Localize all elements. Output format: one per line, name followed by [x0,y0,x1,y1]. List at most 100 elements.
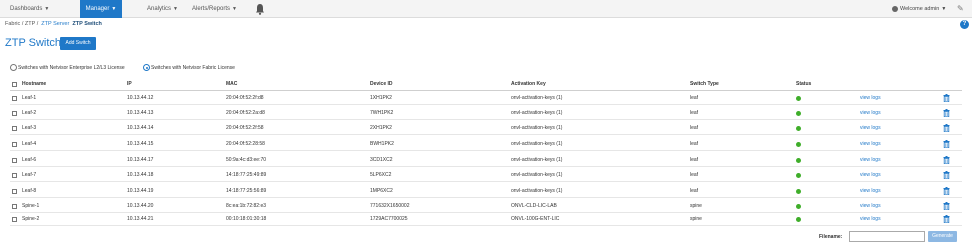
page-title: ZTP Switch [5,37,62,49]
filename-label: Filename: [819,234,843,240]
nav-analytics-label: Analytics [147,6,172,12]
cell-ip: 10.13.44.18 [127,172,154,178]
row-checkbox[interactable] [12,126,17,131]
breadcrumb-fabric[interactable]: Fabric [5,21,20,27]
cell-ip: 10.13.44.20 [127,203,154,209]
view-logs-link[interactable]: view logs [860,203,881,209]
trash-icon[interactable] [943,171,950,179]
table-row: Leaf-7 10.13.44.18 14:18:77:25:49:89 5LP… [10,169,962,182]
view-logs-link[interactable]: view logs [860,110,881,116]
row-checkbox[interactable] [12,96,17,101]
view-logs-link[interactable]: view logs [860,188,881,194]
cell-switch-type: spine [690,216,702,222]
radio-fabric[interactable] [143,64,150,72]
cell-hostname: Leaf-4 [22,141,37,147]
select-all-checkbox[interactable] [12,82,17,87]
nav-analytics[interactable]: Analytics ▼ [147,0,187,18]
cell-hostname: Leaf-2 [22,110,37,116]
cell-ip: 10.13.44.15 [127,141,154,147]
cell-ip: 10.13.44.21 [127,216,154,222]
table-row: Leaf-2 10.13.44.13 20:04:0f:52:2a:d8 7WH… [10,107,962,120]
trash-icon[interactable] [943,140,950,148]
nav-alerts-reports[interactable]: Alerts/Reports ▼ [192,0,252,18]
cell-switch-type: leaf [690,188,699,194]
view-logs-link[interactable]: view logs [860,172,881,178]
user-label: Welcome admin [900,6,940,12]
cell-activation-key: onvl-activation-keys (1) [511,141,563,147]
help-icon[interactable]: ? [960,20,969,29]
license-option-fabric[interactable]: Switches with Netvisor Fabric License [143,64,235,72]
trash-icon[interactable] [943,94,950,102]
cell-switch-type: leaf [690,95,699,101]
view-logs-link[interactable]: view logs [860,125,881,131]
row-checkbox[interactable] [12,204,17,209]
row-checkbox[interactable] [12,111,17,116]
nav-manager[interactable]: Manager ▼ [80,0,122,18]
cell-mac: 14:18:77:25:56:89 [226,188,267,194]
cell-switch-type: leaf [690,125,699,131]
row-checkbox[interactable] [12,217,17,222]
cell-mac: 8c:ea:1b:72:82:e3 [226,203,267,209]
nav-alerts-reports-label: Alerts/Reports [192,6,231,12]
breadcrumb-separator: / [21,21,24,27]
cell-activation-key: onvl-activation-keys (1) [511,125,563,131]
col-device-id[interactable]: Device ID [370,81,393,87]
cell-mac: 14:18:77:25:49:89 [226,172,267,178]
col-hostname[interactable]: Hostname [22,81,46,87]
cell-device-id: 771632X1650002 [370,203,410,209]
table-row: Leaf-3 10.13.44.14 20:04:0f:52:2f:58 2XH… [10,122,962,135]
cell-device-id: 3CD1XC2 [370,157,393,163]
radio-enterprise[interactable] [10,64,17,72]
cell-device-id: 1MP6XC2 [370,188,393,194]
cell-mac: 20:04:0f:52:2f:d8 [226,95,264,101]
trash-icon[interactable] [943,156,950,164]
caret-down-icon: ▼ [44,6,50,12]
cell-mac: 20:04:0f:52:2a:d8 [226,110,265,116]
status-online-icon [796,204,801,209]
status-online-icon [796,173,801,178]
bell-icon[interactable] [255,3,265,15]
trash-icon[interactable] [943,187,950,195]
view-logs-link[interactable]: view logs [860,141,881,147]
generate-button[interactable]: Generate [928,231,957,242]
row-checkbox[interactable] [12,142,17,147]
cell-activation-key: onvl-activation-keys (1) [511,188,563,194]
col-ip[interactable]: IP [127,81,132,87]
row-checkbox[interactable] [12,158,17,163]
cell-mac: 20:04:0f:52:28:58 [226,141,265,147]
add-switch-button[interactable]: Add Switch [60,37,96,50]
col-switch-type[interactable]: Switch Type [690,81,719,87]
status-online-icon [796,126,801,131]
trash-icon[interactable] [943,109,950,117]
table-row: Leaf-6 10.13.44.17 50:9a:4c:d3:ee:70 3CD… [10,154,962,167]
user-menu[interactable]: Welcome admin ▼ [892,0,946,18]
cell-hostname: Leaf-6 [22,157,37,163]
row-checkbox[interactable] [12,173,17,178]
cell-activation-key: ONVL-100G-ENT-LIC [511,216,560,222]
trash-icon[interactable] [943,215,950,223]
table-row: Spine-2 10.13.44.21 00:10:18:01:30:18 17… [10,213,962,226]
cell-device-id: 5LP6XC2 [370,172,392,178]
breadcrumb-ztp-server[interactable]: ZTP Server [41,21,69,27]
view-logs-link[interactable]: view logs [860,95,881,101]
wrench-icon[interactable]: ✎ [957,4,964,13]
breadcrumb: Fabric / ZTP / ZTP Server ZTP Switch [5,21,102,27]
cell-mac: 20:04:0f:52:2f:58 [226,125,264,131]
nav-dashboards[interactable]: Dashboards ▼ [10,0,70,18]
breadcrumb-ztp[interactable]: ZTP [25,21,35,27]
license-option-enterprise[interactable]: Switches with Netvisor Enterprise L2/L3 … [10,64,125,72]
cell-activation-key: onvl-activation-keys (1) [511,157,563,163]
trash-icon[interactable] [943,202,950,210]
cell-mac: 00:10:18:01:30:18 [226,216,267,222]
view-logs-link[interactable]: view logs [860,216,881,222]
col-status[interactable]: Status [796,81,811,87]
col-activation-key[interactable]: Activation Key [511,81,546,87]
top-nav: Dashboards ▼ Manager ▼ Analytics ▼ Alerts/R… [0,0,972,18]
cell-hostname: Leaf-8 [22,188,37,194]
row-checkbox[interactable] [12,189,17,194]
trash-icon[interactable] [943,124,950,132]
filename-input[interactable] [849,231,925,242]
view-logs-link[interactable]: view logs [860,157,881,163]
cell-mac: 50:9a:4c:d3:ee:70 [226,157,267,163]
col-mac[interactable]: MAC [226,81,237,87]
